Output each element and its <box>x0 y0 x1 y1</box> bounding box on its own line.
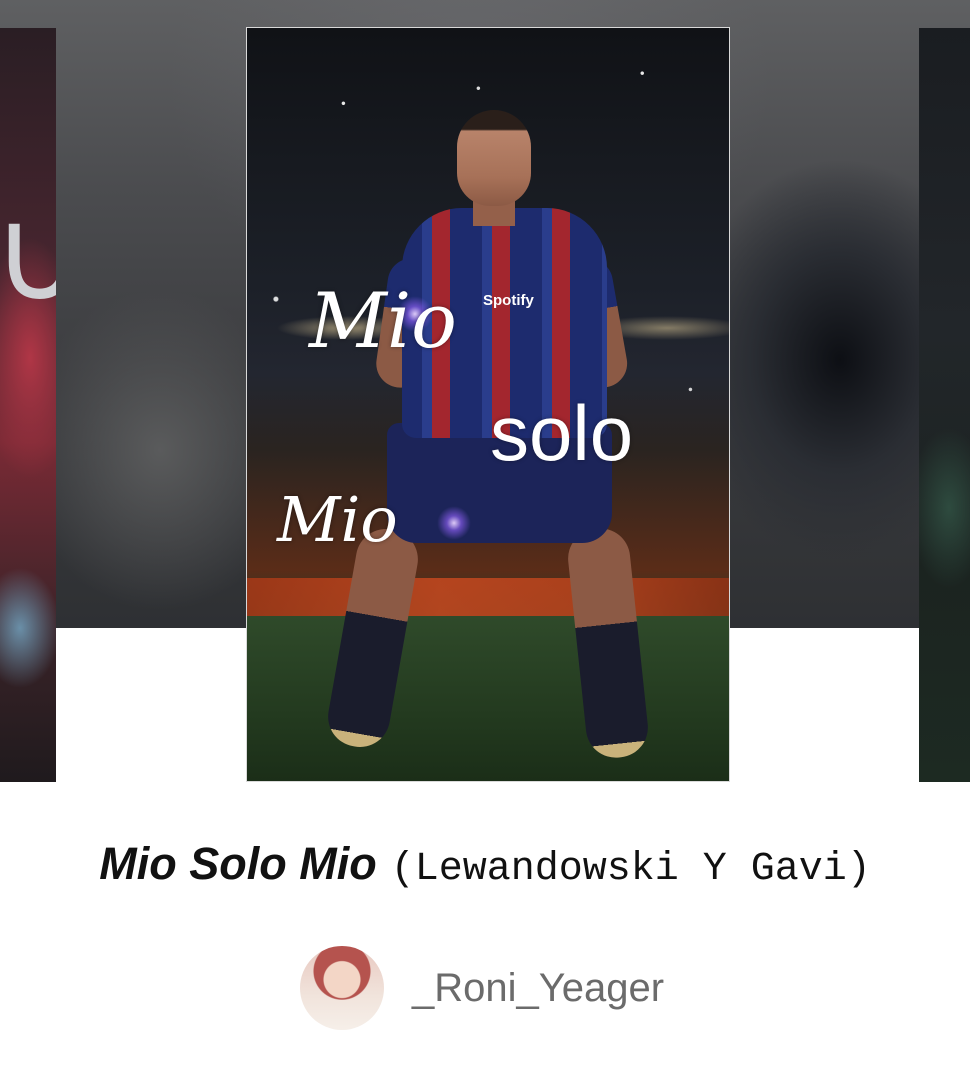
previous-cover[interactable]: ∪ <box>0 28 56 782</box>
story-cover[interactable]: Spotify Mio solo Mio <box>246 27 730 782</box>
story-page: ∪ Spotify Mio solo Mio Mio Solo Mio (Lewa… <box>0 0 970 1074</box>
author-link[interactable]: _Roni_Yeager <box>300 946 664 1030</box>
story-title-main: Mio Solo Mio <box>99 838 377 889</box>
previous-cover-art: ∪ <box>0 181 56 327</box>
player-right-leg <box>565 525 651 761</box>
author-name[interactable]: _Roni_Yeager <box>412 966 664 1011</box>
player-figure: Spotify <box>247 28 729 781</box>
player-head <box>457 110 531 206</box>
avatar[interactable] <box>300 946 384 1030</box>
cover-text-solo: solo <box>490 389 634 477</box>
cover-text-mio-top: Mio <box>309 276 457 365</box>
story-title: Mio Solo Mio (Lewandowski Y Gavi) <box>0 838 970 892</box>
player-left-leg <box>323 524 423 752</box>
sparkle-glow <box>437 506 471 540</box>
story-title-subtitle: (Lewandowski Y Gavi) <box>390 847 871 892</box>
next-cover[interactable] <box>919 28 970 782</box>
cover-text-mio-bottom: Mio <box>277 483 398 556</box>
jersey-sponsor: Spotify <box>483 292 534 309</box>
